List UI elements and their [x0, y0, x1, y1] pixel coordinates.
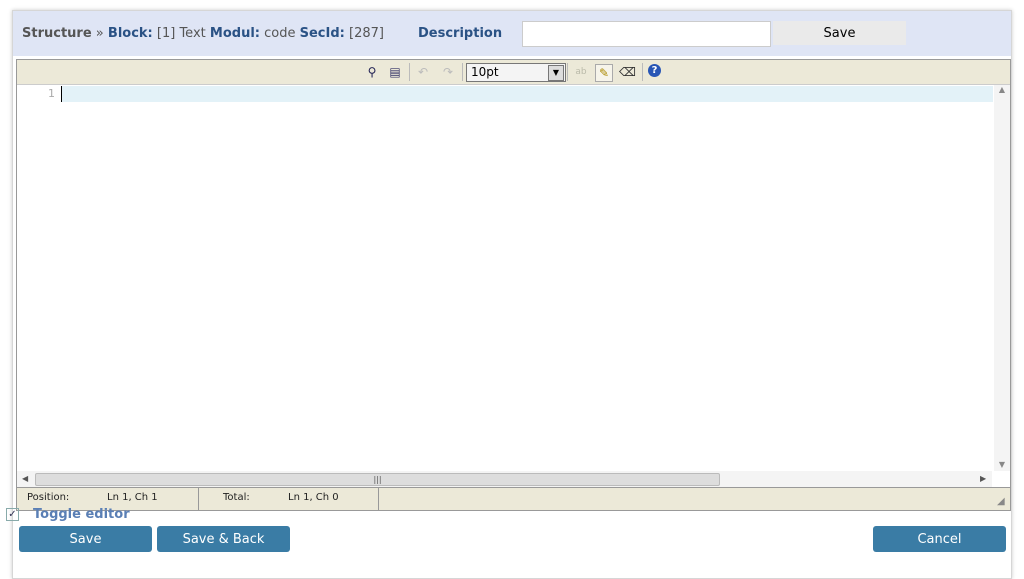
toggle-editor-checkbox[interactable]: ✓: [6, 508, 19, 521]
chevron-down-icon[interactable]: ▼: [548, 65, 564, 81]
editor-panel: Structure » Block: [1] Text Modul: code …: [12, 10, 1012, 579]
toolbar-divider: [462, 63, 463, 81]
horizontal-scrollbar[interactable]: ◀ ||| ▶: [17, 471, 992, 487]
position-value: Ln 1, Ch 1: [107, 492, 158, 503]
resize-handle-icon[interactable]: ◢: [997, 496, 1005, 507]
status-divider: [378, 488, 379, 510]
header: Structure » Block: [1] Text Modul: code …: [13, 11, 1011, 56]
vertical-scrollbar[interactable]: ▲ ▼: [994, 85, 1010, 471]
scrollbar-thumb[interactable]: |||: [35, 473, 720, 486]
toggle-editor[interactable]: ✓ Toggle editor: [6, 507, 130, 522]
highlight-icon[interactable]: ✎: [595, 64, 613, 82]
undo-icon[interactable]: ↶: [415, 64, 431, 80]
line-gutter: 1: [17, 85, 61, 471]
status-divider: [198, 488, 199, 510]
scroll-left-icon[interactable]: ◀: [22, 474, 28, 483]
active-line[interactable]: [61, 86, 993, 102]
font-size-select[interactable]: 10pt ▼: [466, 63, 566, 82]
block-value: [1] Text: [156, 26, 206, 41]
redo-icon[interactable]: ↷: [440, 64, 456, 80]
help-icon[interactable]: ?: [648, 64, 661, 77]
save-and-back-button[interactable]: Save & Back: [157, 526, 290, 552]
scroll-up-icon[interactable]: ▲: [994, 85, 1010, 94]
editor-toolbar: ⚲ ▤ ↶ ↷ 10pt ▼ ab ✎ ⌫ ?: [17, 60, 1010, 85]
description-label: Description: [418, 26, 503, 41]
header-save-button[interactable]: Save: [773, 21, 906, 45]
toolbar-divider: [409, 63, 410, 81]
position-label: Position:: [27, 492, 70, 503]
font-size-value: 10pt: [471, 65, 499, 79]
block-label: Block:: [107, 26, 153, 41]
breadcrumb-separator: »: [95, 26, 104, 41]
search-icon[interactable]: ⚲: [364, 64, 380, 80]
total-label: Total:: [223, 492, 250, 503]
breadcrumb: Structure » Block: [1] Text Modul: code …: [22, 26, 384, 41]
eraser-icon[interactable]: ⌫: [619, 64, 636, 80]
modul-label: Modul:: [209, 26, 260, 41]
toolbar-divider: [642, 63, 643, 81]
total-value: Ln 1, Ch 0: [288, 492, 339, 503]
code-editor: ⚲ ▤ ↶ ↷ 10pt ▼ ab ✎ ⌫ ? 1 ▲ ▼ ◀ ||| ▶ Posi…: [16, 59, 1011, 511]
description-input[interactable]: [522, 21, 771, 47]
save-button[interactable]: Save: [19, 526, 152, 552]
code-area[interactable]: 1: [17, 85, 993, 471]
toggle-editor-label[interactable]: Toggle editor: [33, 507, 130, 522]
fullscreen-icon[interactable]: ▤: [387, 64, 403, 80]
toolbar-divider: [567, 63, 568, 81]
scroll-right-icon[interactable]: ▶: [980, 474, 986, 483]
structure-link[interactable]: Structure: [22, 26, 92, 41]
secid-label: SecId:: [299, 26, 345, 41]
status-bar: Position: Ln 1, Ch 1 Total: Ln 1, Ch 0 ◢: [17, 487, 1010, 510]
cancel-button[interactable]: Cancel: [873, 526, 1006, 552]
line-number: 1: [48, 87, 55, 100]
secid-value: [287]: [349, 26, 384, 41]
modul-value: code: [264, 26, 296, 41]
scroll-down-icon[interactable]: ▼: [994, 460, 1010, 469]
spellcheck-icon[interactable]: ab: [573, 64, 589, 80]
